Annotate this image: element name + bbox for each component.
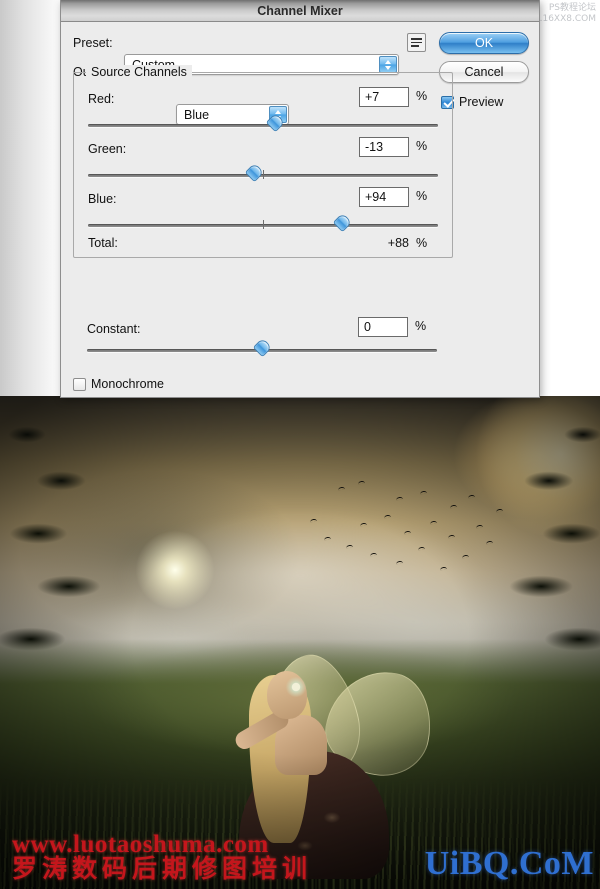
red-slider-track [88, 124, 438, 127]
constant-slider[interactable] [87, 337, 437, 358]
green-unit: % [416, 139, 428, 153]
constant-slider-thumb[interactable] [252, 337, 273, 358]
channel-mixer-dialog: Channel Mixer Preset: Custom Output Chan… [60, 0, 540, 398]
source-channels-legend: Source Channels [86, 65, 192, 79]
blue-slider-tick [263, 220, 264, 229]
monochrome-label: Monochrome [91, 377, 164, 391]
total-label: Total: [88, 236, 118, 250]
screenshot-root: www.luotaoshuma.com 罗涛数码后期修图培训 UiBQ.CoM … [0, 0, 600, 889]
canvas-left-shading [0, 0, 62, 396]
constant-value-field[interactable]: 0 [358, 317, 408, 337]
green-value-field[interactable]: -13 [359, 137, 409, 157]
photo-fairy-figure [215, 646, 440, 879]
red-slider[interactable] [88, 112, 438, 133]
chevron-updown-icon[interactable] [379, 56, 397, 73]
red-label: Red: [88, 92, 115, 106]
total-unit: % [416, 236, 428, 250]
preview-label: Preview [459, 95, 504, 109]
fairy-hair-flower [285, 677, 307, 697]
blue-slider[interactable] [88, 212, 438, 233]
dialog-titlebar[interactable]: Channel Mixer [61, 0, 539, 22]
monochrome-checkbox[interactable]: Monochrome [73, 377, 164, 391]
preset-label: Preset: [73, 36, 113, 50]
constant-unit: % [415, 319, 427, 333]
photo-bird-flock [300, 475, 540, 585]
green-slider-thumb[interactable] [244, 162, 265, 183]
dialog-title: Channel Mixer [257, 4, 343, 18]
checkbox-empty-icon [73, 377, 86, 391]
blue-label: Blue: [88, 192, 117, 206]
red-slider-thumb[interactable] [265, 112, 286, 133]
red-value-field[interactable]: +7 [359, 87, 409, 107]
green-label: Green: [88, 142, 127, 156]
blue-unit: % [416, 189, 428, 203]
background-photo: www.luotaoshuma.com 罗涛数码后期修图培训 UiBQ.CoM [0, 395, 600, 889]
red-unit: % [416, 89, 428, 103]
green-slider[interactable] [88, 162, 438, 183]
blue-value-field[interactable]: +94 [359, 187, 409, 207]
preset-options-icon[interactable] [407, 33, 426, 52]
constant-label: Constant: [87, 322, 141, 336]
green-slider-tick [263, 170, 264, 179]
blue-slider-thumb[interactable] [332, 212, 353, 233]
total-value: +88 [387, 236, 409, 250]
source-channels-group: Source Channels Red: +7 % Green: -13 % B… [73, 65, 453, 258]
ok-button[interactable]: OK [439, 32, 529, 54]
